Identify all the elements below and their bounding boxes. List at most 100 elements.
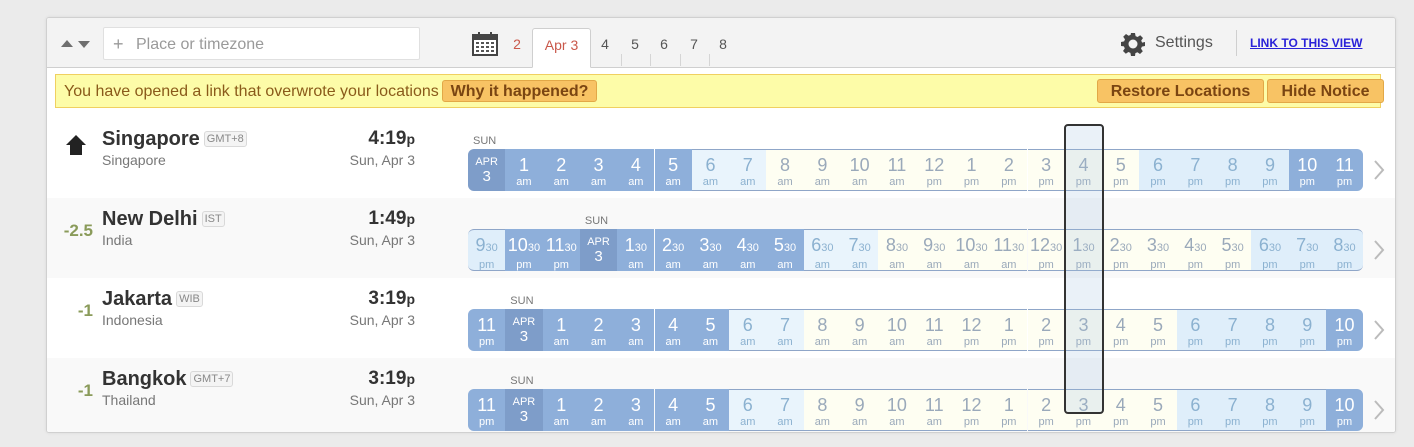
hour-cell[interactable]: 2 am — [542, 149, 580, 191]
hour-cell[interactable]: 730 pm — [1288, 229, 1326, 271]
hour-cell[interactable]: 4 am — [654, 389, 692, 431]
hour-cell[interactable]: 330 pm — [1139, 229, 1177, 271]
hour-cell[interactable]: 4 am — [654, 309, 692, 351]
sort-down-icon[interactable] — [78, 41, 90, 48]
hour-cell[interactable]: 9 pm — [1288, 309, 1326, 351]
hour-cell[interactable]: 830 pm — [1325, 229, 1364, 271]
hour-cell[interactable]: 7 pm — [1214, 309, 1252, 351]
hour-cell[interactable]: 10 pm — [1325, 389, 1364, 431]
hour-cell[interactable]: 3 pm — [1027, 149, 1065, 191]
hour-cell[interactable]: 10 am — [878, 389, 916, 431]
search-box[interactable]: + — [103, 27, 420, 61]
hour-cell[interactable]: 11 pm — [1325, 149, 1364, 191]
hour-cell[interactable]: 930 am — [915, 229, 953, 271]
hour-cell[interactable]: 12 pm — [952, 389, 991, 431]
hour-cell[interactable]: 830 am — [878, 229, 916, 271]
date-tab[interactable]: 8 — [711, 28, 735, 66]
hour-cell[interactable]: 1230 pm — [1027, 229, 1065, 271]
hour-cell[interactable]: 5 am — [691, 389, 730, 431]
hour-cell[interactable]: 130 am — [617, 229, 655, 271]
date-tab-selected[interactable]: Apr 3 — [532, 28, 591, 68]
date-tab[interactable]: 7 — [682, 28, 706, 66]
hour-cell[interactable]: 11 am — [915, 389, 953, 431]
hour-cell[interactable]: 5 am — [691, 309, 730, 351]
hour-cell[interactable]: 5 pm — [1139, 389, 1177, 431]
why-it-happened-button[interactable]: Why it happened? — [442, 80, 597, 102]
date-cell[interactable]: APR 3 — [505, 389, 543, 431]
gear-icon[interactable] — [1121, 32, 1145, 56]
hour-cell[interactable]: 230 pm — [1102, 229, 1140, 271]
hour-cell[interactable]: 11 am — [915, 309, 953, 351]
hour-cell[interactable]: 5 pm — [1102, 149, 1140, 191]
settings-button[interactable]: Settings — [1155, 34, 1213, 52]
hour-cell[interactable]: 3 pm — [1064, 309, 1103, 351]
hour-cell[interactable]: 1 am — [542, 309, 580, 351]
hour-cell[interactable]: 430 am — [729, 229, 767, 271]
hour-cell[interactable]: 9 am — [841, 389, 879, 431]
chevron-right-icon[interactable] — [1372, 398, 1386, 422]
hour-cell[interactable]: 8 am — [803, 389, 841, 431]
hour-cell[interactable]: 7 am — [729, 149, 767, 191]
link-to-this-view[interactable]: LINK TO THIS VIEW — [1250, 36, 1362, 50]
hour-cell[interactable]: 11 pm — [468, 389, 506, 431]
hour-cell[interactable]: 5 am — [654, 149, 692, 191]
hour-cell[interactable]: 7 pm — [1176, 149, 1214, 191]
hour-cell[interactable]: 8 am — [766, 149, 804, 191]
date-cell[interactable]: APR 3 — [468, 149, 506, 191]
hour-cell[interactable]: 11 pm — [468, 309, 506, 351]
hour-cell[interactable]: 1 pm — [990, 309, 1028, 351]
hour-cell[interactable]: 4 pm — [1064, 149, 1103, 191]
hour-cell[interactable]: 530 am — [766, 229, 804, 271]
hour-cell[interactable]: 2 am — [579, 309, 618, 351]
hour-cell[interactable]: 1 pm — [952, 149, 991, 191]
hour-cell[interactable]: 6 pm — [1139, 149, 1177, 191]
hour-cell[interactable]: 6 am — [691, 149, 730, 191]
date-cell[interactable]: APR 3 — [579, 229, 618, 271]
date-tab-prev[interactable]: 2 — [507, 28, 527, 66]
hour-cell[interactable]: 330 am — [691, 229, 730, 271]
hour-cell[interactable]: 6 pm — [1176, 309, 1214, 351]
hour-cell[interactable]: 12 pm — [952, 309, 991, 351]
restore-locations-button[interactable]: Restore Locations — [1097, 79, 1264, 103]
hour-cell[interactable]: 2 pm — [1027, 309, 1065, 351]
search-input[interactable] — [134, 28, 418, 61]
hour-cell[interactable]: 4 pm — [1102, 309, 1140, 351]
hour-cell[interactable]: 10 pm — [1288, 149, 1326, 191]
hour-cell[interactable]: 7 pm — [1214, 389, 1252, 431]
hour-cell[interactable]: 630 pm — [1251, 229, 1289, 271]
hour-cell[interactable]: 9 am — [841, 309, 879, 351]
chevron-right-icon[interactable] — [1372, 158, 1386, 182]
hour-cell[interactable]: 2 pm — [990, 149, 1028, 191]
date-cell[interactable]: APR 3 — [505, 309, 543, 351]
hour-cell[interactable]: 530 pm — [1214, 229, 1252, 271]
hour-cell[interactable]: 1 am — [505, 149, 543, 191]
hide-notice-button[interactable]: Hide Notice — [1267, 79, 1384, 103]
calendar-icon[interactable] — [472, 32, 498, 56]
hour-cell[interactable]: 730 am — [841, 229, 879, 271]
sort-up-icon[interactable] — [61, 40, 73, 47]
hour-cell[interactable]: 12 pm — [915, 149, 953, 191]
date-tab[interactable]: 6 — [652, 28, 676, 66]
hour-cell[interactable]: 9 pm — [1288, 389, 1326, 431]
hour-cell[interactable]: 10 am — [878, 309, 916, 351]
hour-cell[interactable]: 1130 pm — [542, 229, 580, 271]
hour-cell[interactable]: 5 pm — [1139, 309, 1177, 351]
hour-cell[interactable]: 6 pm — [1176, 389, 1214, 431]
hour-cell[interactable]: 3 am — [617, 389, 655, 431]
hour-cell[interactable]: 1130 am — [990, 229, 1028, 271]
date-tab[interactable]: 4 — [593, 28, 617, 66]
hour-cell[interactable]: 430 pm — [1176, 229, 1214, 271]
hour-cell[interactable]: 130 pm — [1064, 229, 1103, 271]
hour-cell[interactable]: 8 pm — [1251, 389, 1289, 431]
hour-cell[interactable]: 930 pm — [468, 229, 506, 271]
hour-cell[interactable]: 10 am — [841, 149, 879, 191]
hour-cell[interactable]: 1030 am — [952, 229, 991, 271]
hour-cell[interactable]: 8 pm — [1214, 149, 1252, 191]
chevron-right-icon[interactable] — [1372, 318, 1386, 342]
hour-cell[interactable]: 3 am — [617, 309, 655, 351]
hour-cell[interactable]: 1 pm — [990, 389, 1028, 431]
hour-cell[interactable]: 4 pm — [1102, 389, 1140, 431]
sort-arrows[interactable] — [61, 38, 93, 50]
hour-cell[interactable]: 8 pm — [1251, 309, 1289, 351]
hour-cell[interactable]: 630 am — [803, 229, 841, 271]
